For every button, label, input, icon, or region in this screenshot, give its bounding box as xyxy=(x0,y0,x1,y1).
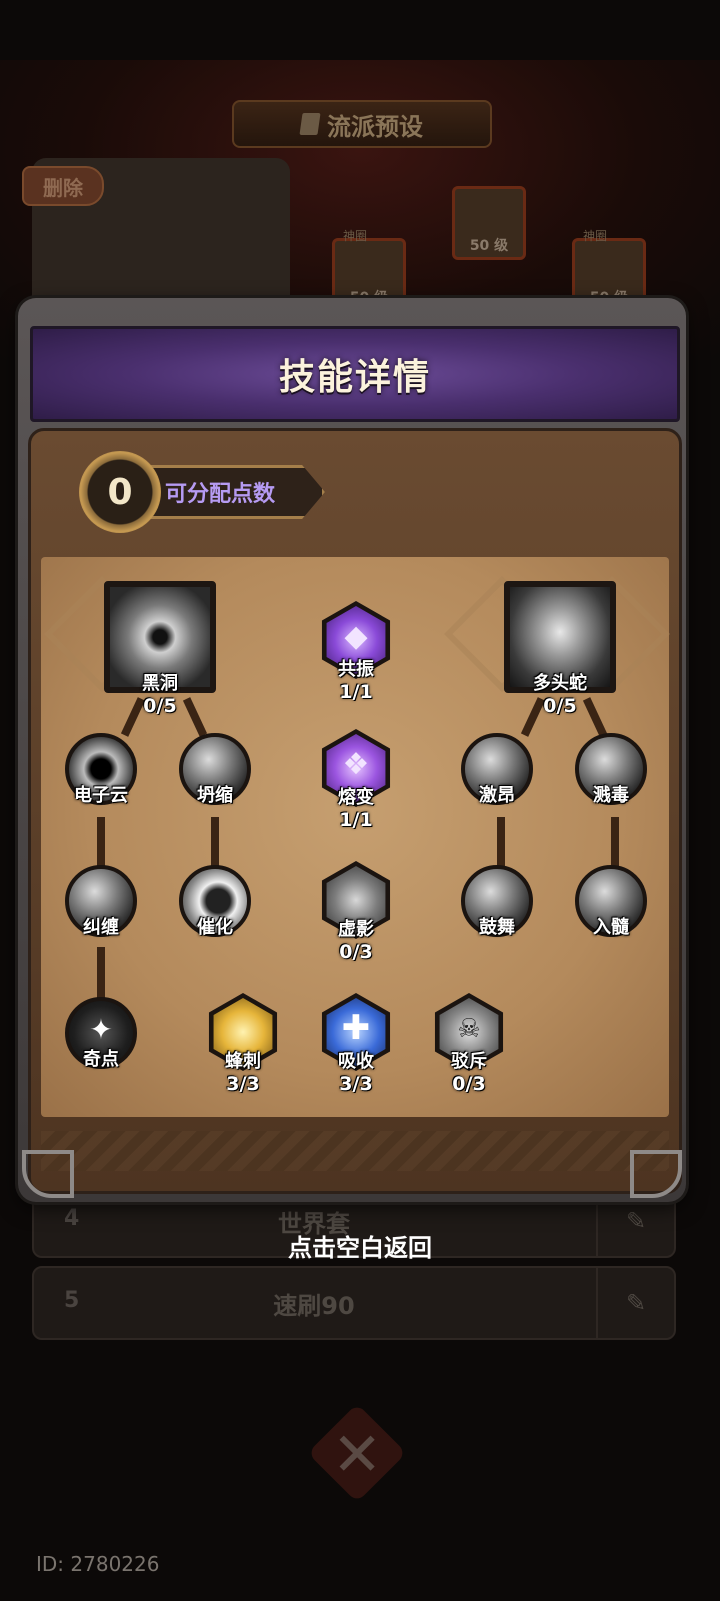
connector xyxy=(97,817,105,867)
preset-title: 流派预设 xyxy=(327,112,423,141)
skill-electron-cloud[interactable]: 电子云 xyxy=(61,733,141,807)
available-points-label: 可分配点数 xyxy=(135,465,325,519)
skill-bee-sting[interactable]: 蜂刺 3/3 xyxy=(203,993,283,1095)
skill-hydra[interactable]: 多头蛇 0/5 xyxy=(501,581,619,717)
skill-black-hole[interactable]: 黑洞 0/5 xyxy=(101,581,219,717)
delete-button[interactable]: 删除 xyxy=(22,166,104,206)
skill-catalyze[interactable]: 催化 xyxy=(175,865,255,939)
equipment-slot[interactable]: 50 级 xyxy=(452,186,526,260)
skill-resonance[interactable]: ◆ 共振 1/1 xyxy=(316,601,396,703)
preset-row[interactable]: 5 速刷90 ✎ xyxy=(32,1266,676,1340)
skill-fusion[interactable]: ❖ 熔变 1/1 xyxy=(316,729,396,831)
modal-body: 0 可分配点数 黑洞 0/5 ◆ 共振 1/1 多头蛇 0/5 电子云 坍缩 ❖… xyxy=(28,428,682,1194)
skill-marrow[interactable]: 入髓 xyxy=(571,865,651,939)
preset-title-banner: 流派预设 xyxy=(232,100,492,148)
tap-to-return-hint[interactable]: 点击空白返回 xyxy=(0,1228,720,1263)
skill-phantom[interactable]: 虚影 0/3 xyxy=(316,861,396,963)
modal-header: 技能详情 xyxy=(30,326,680,422)
skill-detail-modal: 技能详情 0 可分配点数 黑洞 0/5 ◆ 共振 1/1 多头蛇 0/5 电子云… xyxy=(18,298,686,1202)
skill-tree-panel: 黑洞 0/5 ◆ 共振 1/1 多头蛇 0/5 电子云 坍缩 ❖ 熔变 1/1 … xyxy=(41,557,670,1117)
skill-excite[interactable]: 激昂 xyxy=(457,733,537,807)
skill-inspire[interactable]: 鼓舞 xyxy=(457,865,537,939)
book-icon xyxy=(299,113,321,135)
connector xyxy=(97,947,105,1001)
corner-ornament xyxy=(22,1150,74,1198)
connector xyxy=(497,817,505,867)
skill-refute[interactable]: ☠ 驳斥 0/3 xyxy=(429,993,509,1095)
cross-icon: ✕ xyxy=(332,1420,383,1490)
skill-splash-poison[interactable]: 溅毒 xyxy=(571,733,651,807)
skill-collapse[interactable]: 坍缩 xyxy=(175,733,255,807)
edit-icon[interactable]: ✎ xyxy=(596,1268,674,1338)
player-id: ID: 2780226 xyxy=(36,1552,160,1576)
connector xyxy=(211,817,219,867)
modal-title: 技能详情 xyxy=(278,357,431,398)
skill-singularity[interactable]: ✦ 奇点 xyxy=(61,997,141,1071)
skill-entangle[interactable]: 纠缠 xyxy=(61,865,141,939)
available-points: 0 xyxy=(79,451,161,533)
connector xyxy=(611,817,619,867)
decor-band xyxy=(41,1131,669,1171)
skill-absorb[interactable]: ✚ 吸收 3/3 xyxy=(316,993,396,1095)
